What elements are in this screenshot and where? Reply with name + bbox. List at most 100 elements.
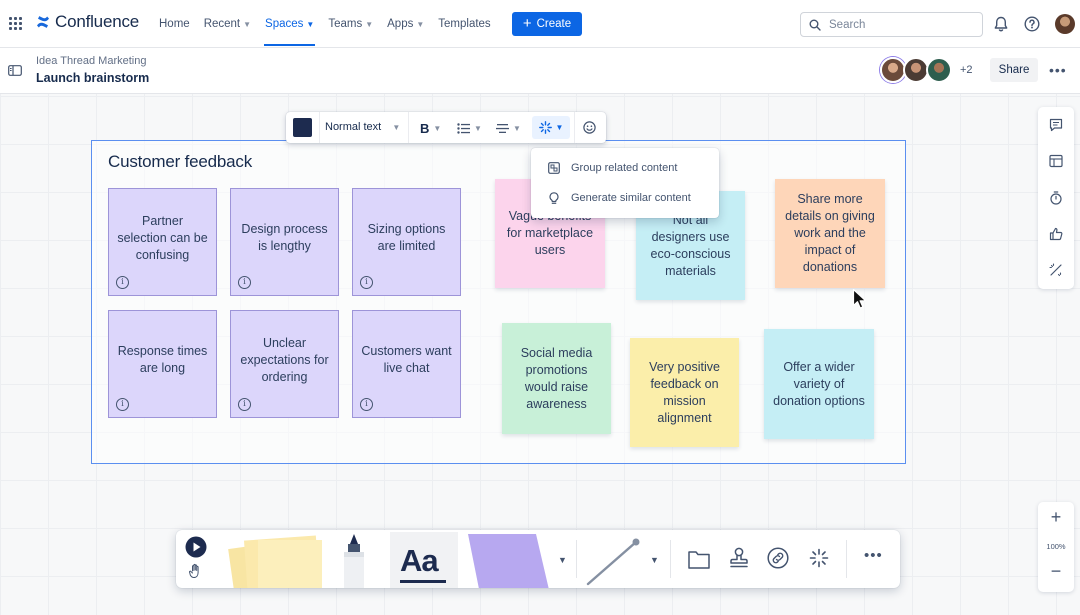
ai-actions-button[interactable]: ▼ — [532, 116, 570, 139]
info-icon[interactable]: i — [360, 276, 373, 289]
emoji-icon[interactable] — [583, 121, 596, 134]
text-tool-label: Aa — [400, 543, 439, 578]
menu-item-label: Group related content — [571, 162, 678, 174]
sticky-note[interactable]: Sizing options are limited i — [352, 188, 461, 296]
strikethrough-icon — [496, 123, 509, 133]
zoom-controls: + 100% − — [1038, 502, 1074, 592]
text-format-toolbar: Normal text ▼ B ▼ ▼ ▼ ▼ — [286, 112, 606, 143]
chevron-down-icon: ▼ — [474, 123, 482, 133]
nav-item-recent[interactable]: Recent ▼ — [197, 0, 258, 48]
chevron-down-icon[interactable]: ▼ — [558, 555, 567, 565]
sticky-note-text: Sizing options are limited — [367, 222, 446, 253]
timer-icon[interactable] — [1049, 191, 1063, 205]
info-icon[interactable]: i — [360, 398, 373, 411]
info-icon[interactable]: i — [238, 276, 251, 289]
frame-title[interactable]: Customer feedback — [108, 152, 252, 172]
sticky-note[interactable]: Very positive feedback on mission alignm… — [630, 338, 739, 447]
sticky-note[interactable]: Partner selection can be confusing i — [108, 188, 217, 296]
connector-line-tool-icon[interactable] — [580, 536, 648, 586]
sticky-note[interactable]: Share more details on giving work and th… — [775, 179, 885, 288]
nav-item-label: Templates — [438, 18, 491, 30]
nav-item-label: Teams — [328, 18, 363, 30]
share-button[interactable]: Share — [990, 58, 1038, 82]
divider — [408, 112, 409, 143]
divider — [574, 112, 575, 143]
zoom-out-button[interactable]: − — [1038, 562, 1074, 580]
sticky-note-text: Design process is lengthy — [241, 222, 328, 253]
user-avatar[interactable] — [1055, 14, 1075, 34]
page-title: Launch brainstorm — [36, 71, 150, 85]
link-tool-icon[interactable] — [767, 547, 789, 569]
stamp-tool-icon[interactable] — [729, 547, 749, 569]
chevron-down-icon: ▼ — [365, 19, 374, 29]
sticky-note[interactable]: Offer a wider variety of donation option… — [764, 329, 874, 439]
notifications-bell-icon[interactable] — [992, 15, 1010, 33]
search-icon — [809, 19, 821, 31]
creation-toolbar: Aa ▼ ▼ ••• — [176, 530, 900, 588]
divider — [576, 540, 577, 578]
sticky-note-text: Share more details on giving work and th… — [785, 192, 875, 274]
nav-item-home[interactable]: Home — [152, 0, 197, 48]
menu-item-group-related[interactable]: Group related content — [531, 153, 719, 183]
bold-button[interactable]: B ▼ — [420, 119, 441, 137]
comment-icon[interactable] — [1049, 118, 1063, 132]
menu-item-generate-similar[interactable]: Generate similar content — [531, 183, 719, 213]
nav-item-teams[interactable]: Teams ▼ — [321, 0, 380, 48]
sticky-note-text: Social media promotions would raise awar… — [520, 345, 593, 411]
ai-magic-icon[interactable] — [1049, 263, 1063, 277]
sticky-note-text: Unclear expectations for ordering — [240, 335, 329, 384]
zoom-level[interactable]: 100% — [1038, 542, 1074, 551]
text-align-button[interactable]: ▼ — [496, 119, 521, 137]
more-collaborators-count[interactable]: +2 — [960, 64, 973, 76]
text-tool[interactable]: Aa — [390, 532, 458, 588]
create-label: Create — [536, 18, 572, 30]
sidebar-toggle-icon[interactable] — [8, 65, 22, 76]
primary-nav: Home Recent ▼ Spaces ▼ Teams ▼ Apps ▼ Templates — [152, 0, 498, 48]
thumbs-up-icon[interactable] — [1049, 227, 1063, 241]
more-tools-icon[interactable]: ••• — [864, 547, 883, 564]
chevron-down-icon: ▼ — [416, 19, 425, 29]
sticky-note[interactable]: Response times are long i — [108, 310, 217, 418]
more-actions-icon[interactable]: ••• — [1049, 62, 1067, 78]
marker-pen-tool-icon[interactable] — [338, 532, 370, 588]
info-icon[interactable]: i — [116, 398, 129, 411]
create-button[interactable]: + Create — [512, 12, 582, 36]
chevron-down-icon[interactable]: ▼ — [650, 555, 659, 565]
confluence-logo-icon — [37, 16, 49, 28]
nav-item-label: Home — [159, 18, 190, 30]
mouse-pointer-icon — [852, 288, 867, 309]
list-button[interactable]: ▼ — [457, 119, 482, 137]
info-icon[interactable]: i — [238, 398, 251, 411]
sticky-note-tool[interactable] — [228, 535, 324, 588]
sticky-note-text: Response times are long — [117, 344, 208, 375]
confluence-logo[interactable]: Confluence — [36, 12, 139, 32]
bold-label: B — [420, 120, 430, 136]
shape-tool-icon[interactable] — [466, 534, 558, 588]
info-icon[interactable]: i — [116, 276, 129, 289]
sticky-note[interactable]: Design process is lengthy i — [230, 188, 339, 296]
templates-icon[interactable] — [1049, 154, 1063, 168]
text-color-swatch[interactable] — [293, 118, 312, 137]
text-underline — [400, 580, 446, 583]
sticky-note[interactable]: Customers want live chat i — [352, 310, 461, 418]
hand-tool-icon[interactable] — [189, 563, 203, 579]
select-tool-icon[interactable] — [185, 536, 207, 558]
nav-item-templates[interactable]: Templates — [431, 0, 497, 48]
bullet-list-icon — [457, 122, 470, 134]
ai-sparkle-icon[interactable] — [809, 548, 829, 568]
chevron-down-icon: ▼ — [306, 19, 315, 29]
help-icon[interactable] — [1023, 15, 1041, 33]
avatar[interactable] — [926, 57, 952, 83]
search-input[interactable]: Search — [800, 12, 983, 37]
frame-tool-icon[interactable] — [688, 549, 710, 569]
nav-item-label: Recent — [203, 18, 241, 30]
text-style-select[interactable]: Normal text ▼ — [325, 121, 400, 133]
sticky-note[interactable]: Unclear expectations for ordering i — [230, 310, 339, 418]
nav-item-spaces[interactable]: Spaces ▼ — [258, 0, 321, 48]
sticky-note[interactable]: Social media promotions would raise awar… — [502, 323, 611, 434]
nav-item-apps[interactable]: Apps ▼ — [380, 0, 431, 48]
chevron-down-icon: ▼ — [433, 123, 442, 133]
app-switcher-icon[interactable] — [9, 17, 22, 30]
breadcrumb[interactable]: Idea Thread Marketing — [36, 55, 146, 67]
zoom-in-button[interactable]: + — [1038, 508, 1074, 526]
